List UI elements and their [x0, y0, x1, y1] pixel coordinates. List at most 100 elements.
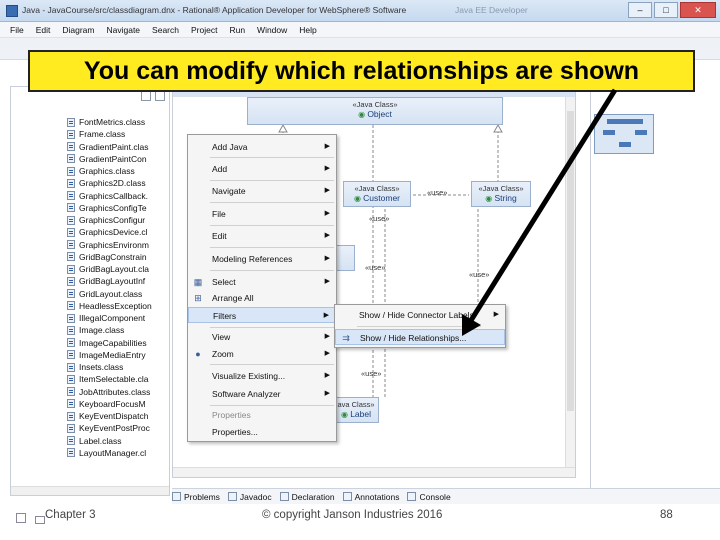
menu-item-add[interactable]: Add ▶	[188, 161, 336, 177]
menu-item-navigate[interactable]: Navigate ▶	[188, 183, 336, 199]
menu-item-software-analyzer[interactable]: Software Analyzer ▶	[188, 386, 336, 402]
object-class-stereotype: «Java Class»	[352, 100, 398, 109]
tab-annotations[interactable]: Annotations	[342, 489, 400, 504]
class-file-item[interactable]: GridBagConstrain	[67, 251, 171, 263]
menu-item-label: Add Java	[212, 142, 248, 152]
class-file-item[interactable]: JobAttributes.class	[67, 386, 171, 398]
link-editor-icon[interactable]	[155, 91, 165, 101]
customer-class-box[interactable]: «Java Class» Customer	[343, 181, 411, 207]
class-file-item[interactable]: GraphicsConfigTe	[67, 202, 171, 214]
customer-class-name: Customer	[344, 193, 410, 203]
tab-problems[interactable]: Problems	[172, 489, 220, 504]
menu-item-file[interactable]: File ▶	[188, 206, 336, 222]
menu-item-properties[interactable]: Properties...	[188, 424, 336, 440]
menu-search[interactable]: Search	[152, 22, 179, 37]
menu-item-label: File	[212, 209, 226, 219]
menu-edit[interactable]: Edit	[36, 22, 51, 37]
maximize-button[interactable]: □	[654, 2, 678, 18]
class-file-item[interactable]: ImageCapabilities	[67, 337, 171, 349]
close-button[interactable]: ✕	[680, 2, 716, 18]
class-file-item[interactable]: GridBagLayout.cla	[67, 263, 171, 275]
menu-diagram[interactable]: Diagram	[62, 22, 94, 37]
class-file-item[interactable]: FontMetrics.class	[67, 116, 171, 128]
class-file-item[interactable]: Image.class	[67, 324, 171, 336]
scrollbar-thumb[interactable]	[567, 111, 574, 411]
submenu-arrow-icon: ▶	[324, 143, 330, 150]
tab-javadoc[interactable]: Javadoc	[227, 489, 272, 504]
submenu-arrow-icon: ▶	[323, 312, 329, 319]
class-file-item[interactable]: ItemSelectable.cla	[67, 373, 171, 385]
menu-item-label: Select	[212, 277, 236, 287]
class-file-icon	[67, 338, 75, 348]
class-file-icon	[67, 411, 75, 421]
menu-item-select[interactable]: ▦ Select ▶	[188, 274, 336, 290]
class-file-item[interactable]: Label.class	[67, 435, 171, 447]
class-file-item[interactable]: HeadlessException	[67, 300, 171, 312]
class-file-item[interactable]: GridLayout.class	[67, 288, 171, 300]
problems-icon	[172, 492, 181, 501]
label-class-box[interactable]: ava Class» Label	[333, 397, 379, 423]
explorer-horizontal-scrollbar[interactable]	[11, 486, 169, 495]
object-class-box[interactable]: «Java Class» Object	[247, 97, 503, 125]
class-file-item[interactable]: GradientPaint.clas	[67, 141, 171, 153]
class-file-name: ImageCapabilities	[79, 337, 147, 348]
tab-label: Annotations	[354, 491, 400, 502]
class-file-item[interactable]: GraphicsEnvironm	[67, 239, 171, 251]
menu-item-visualize-existing[interactable]: Visualize Existing... ▶	[188, 368, 336, 384]
class-file-item[interactable]: Graphics2D.class	[67, 177, 171, 189]
menu-item-label: Navigate	[212, 186, 246, 196]
submenu-arrow-icon: ▶	[324, 372, 330, 379]
class-file-item[interactable]: ImageMediaEntry	[67, 349, 171, 361]
minimize-button[interactable]: –	[628, 2, 652, 18]
class-file-item[interactable]: Graphics.class	[67, 165, 171, 177]
menu-run[interactable]: Run	[229, 22, 245, 37]
diagram-thumbnail[interactable]	[594, 114, 654, 154]
menu-item-show-hide-relationships[interactable]: ⇉ Show / Hide Relationships...	[335, 329, 505, 345]
label-class-name: Label	[334, 409, 378, 419]
menu-help[interactable]: Help	[299, 22, 316, 37]
class-file-icon	[67, 129, 75, 139]
menu-item-label: Add	[212, 164, 228, 174]
select-icon: ▦	[193, 277, 203, 287]
class-file-item[interactable]: KeyEventDispatch	[67, 410, 171, 422]
class-file-item[interactable]: Frame.class	[67, 128, 171, 140]
class-file-item[interactable]: GraphicsConfigur	[67, 214, 171, 226]
class-file-item[interactable]: GraphicsCallback.	[67, 190, 171, 202]
menu-item-edit[interactable]: Edit ▶	[188, 228, 336, 244]
menu-project[interactable]: Project	[191, 22, 217, 37]
menu-item-view[interactable]: View ▶	[188, 329, 336, 345]
tab-declaration[interactable]: Declaration	[279, 489, 335, 504]
submenu-arrow-icon: ▶	[324, 350, 330, 357]
menu-item-modeling-references[interactable]: Modeling References ▶	[188, 251, 336, 267]
menu-item-label: Show / Hide Connector Labels	[359, 310, 474, 320]
string-class-box[interactable]: «Java Class» String	[471, 181, 531, 207]
class-file-item[interactable]: LayoutManager.cl	[67, 447, 171, 459]
tab-console[interactable]: Console	[407, 489, 451, 504]
class-file-item[interactable]: Insets.class	[67, 361, 171, 373]
class-file-item[interactable]: KeyEventPostProc	[67, 422, 171, 434]
annotations-icon	[342, 492, 352, 501]
menu-item-filters[interactable]: Filters ▶	[188, 307, 336, 323]
filters-submenu: Show / Hide Connector Labels ▶ ⇉ Show / Hi…	[334, 304, 506, 348]
class-file-item[interactable]: IllegalComponent	[67, 312, 171, 324]
menu-item-arrange-all[interactable]: ⊞ Arrange All	[188, 290, 336, 306]
menu-item-add-java[interactable]: Add Java ▶	[188, 139, 336, 155]
class-file-item[interactable]: GridBagLayoutInf	[67, 275, 171, 287]
menu-navigate[interactable]: Navigate	[106, 22, 140, 37]
editor-horizontal-scrollbar[interactable]	[173, 467, 575, 477]
menu-window[interactable]: Window	[257, 22, 287, 37]
collapse-all-icon[interactable]	[141, 91, 151, 101]
menu-separator	[210, 225, 334, 226]
console-icon	[407, 492, 417, 501]
editor-vertical-scrollbar[interactable]	[565, 97, 575, 477]
slide-nav-icon[interactable]	[16, 513, 26, 523]
class-file-item[interactable]: GradientPaintCon	[67, 153, 171, 165]
class-file-name: GradientPaintCon	[79, 153, 147, 164]
use-relationship-label: «use»	[365, 263, 386, 272]
menu-item-zoom[interactable]: ● Zoom ▶	[188, 346, 336, 362]
class-file-item[interactable]: KeyboardFocusM	[67, 398, 171, 410]
class-file-item[interactable]: GraphicsDevice.cl	[67, 226, 171, 238]
menu-file[interactable]: File	[10, 22, 24, 37]
menu-item-show-hide-connector-labels[interactable]: Show / Hide Connector Labels ▶	[335, 307, 505, 323]
slide-menu-icon[interactable]	[35, 516, 45, 524]
